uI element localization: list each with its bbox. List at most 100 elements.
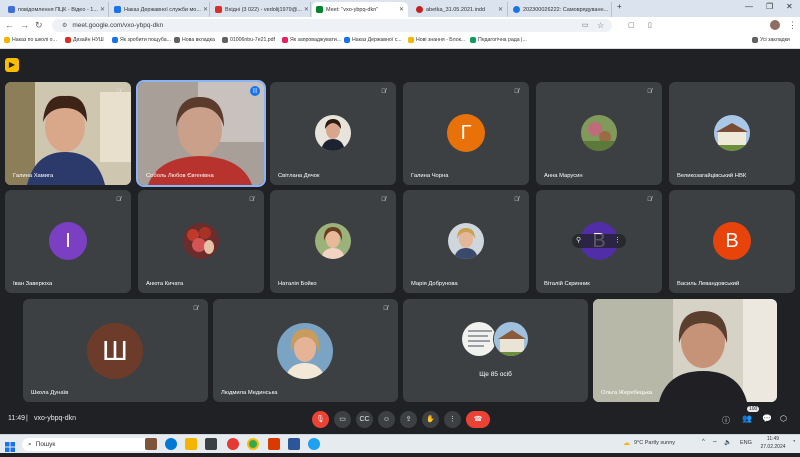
participant-tile[interactable]: 🎙̸ Наталія Бойко [270, 190, 396, 293]
participant-avatar-photo [277, 323, 333, 379]
close-icon[interactable]: ✕ [302, 6, 309, 13]
telegram-icon[interactable] [308, 438, 320, 450]
menu-icon[interactable]: ⋮ [788, 20, 797, 31]
participant-tile[interactable]: Великозагайцівський НВК [669, 82, 795, 185]
new-tab-icon[interactable]: + [617, 2, 622, 11]
meeting-details-icon[interactable]: ⓘ [722, 415, 730, 426]
activities-icon[interactable]: ⬡ [780, 414, 787, 423]
leave-call-button[interactable]: ☎ [466, 411, 490, 428]
meeting-time: 11:49 [8, 415, 25, 422]
participant-tile[interactable]: 🎙̸ Анна Марусин [536, 82, 662, 185]
bookmark-item[interactable]: Наказ по школі о... [4, 37, 57, 43]
weather-icon[interactable]: ☁ [623, 439, 630, 447]
participant-tile[interactable]: 🎙̸ Світлана Дячок [270, 82, 396, 185]
participant-tile[interactable]: Ольга Жеребецька [593, 299, 777, 402]
bookmark-star-icon[interactable]: ☆ [597, 20, 604, 31]
mic-toggle-button[interactable]: 🎙 [312, 411, 329, 428]
bookmark-item[interactable]: Нові знання - Блок... [408, 37, 465, 43]
bookmark-item[interactable]: 01006nbu-7e21.pdf [222, 37, 275, 43]
pin-icon[interactable]: ⚲ [576, 236, 581, 244]
participant-tile[interactable]: В ⚲ ⋮ 🎙̸ Віталій Скринник [536, 190, 662, 293]
bookmark-item[interactable]: Як зробити пощуба... [112, 37, 171, 43]
windows-start-icon[interactable] [5, 439, 15, 452]
close-window-icon[interactable]: ✕ [786, 2, 793, 11]
more-participants-tile[interactable]: Ще 85 осіб [403, 299, 588, 402]
profile-avatar[interactable] [770, 20, 780, 30]
task-view-icon[interactable] [145, 438, 157, 450]
participant-tile[interactable]: Ш 🎙̸ Школа Дунаїв [23, 299, 208, 402]
browser-tab[interactable]: Вхідні (3 022) - vedolij1979@... ✕ [211, 2, 311, 17]
weather-text[interactable]: 9°C Partly sunny [634, 440, 675, 446]
taskbar-search[interactable]: ⌕ Пошук [22, 438, 152, 451]
reload-icon[interactable]: ↻ [35, 20, 43, 31]
close-icon[interactable]: ✕ [397, 6, 404, 13]
site-icon [282, 37, 288, 43]
volume-icon[interactable]: 🔈 [724, 439, 731, 446]
participant-tile[interactable]: 🎙̸ Галина Хамига [5, 82, 131, 185]
mic-muted-icon: 🎙̸ [381, 89, 386, 95]
word-icon[interactable] [288, 438, 300, 450]
browser-toolbar: ← → ↻ ⚙ meet.google.com/vxo-ybpq-dkn ▭ ☆… [0, 17, 800, 34]
close-icon[interactable]: ✕ [98, 6, 105, 13]
tray-chevron-icon[interactable]: ^ [702, 439, 705, 445]
people-icon[interactable]: 👥 [742, 414, 752, 423]
store-icon[interactable] [205, 438, 217, 450]
meet-activities-icon[interactable]: ▶ [5, 58, 19, 72]
participant-tile[interactable]: І 🎙̸ Іван Заверюха [5, 190, 131, 293]
side-panel-icon[interactable]: ▯ [648, 20, 652, 31]
all-bookmarks[interactable]: Усі закладки [752, 37, 790, 43]
browser-tab-active[interactable]: Meet: "vxo-ybpq-dkn" ✕ [312, 2, 408, 17]
file-explorer-icon[interactable] [185, 438, 197, 450]
maximize-icon[interactable]: ❐ [766, 2, 773, 11]
powerpoint-icon[interactable] [268, 438, 280, 450]
present-screen-button[interactable]: ⇪ [400, 411, 417, 428]
participant-avatar-letter: І [49, 222, 87, 260]
raise-hand-button[interactable]: ✋ [422, 411, 439, 428]
bookmark-item[interactable]: Наказ Державної с... [344, 37, 402, 43]
participant-tile[interactable]: Г 🎙̸ Галина Чорна [403, 82, 529, 185]
close-icon[interactable]: ✕ [608, 6, 611, 13]
clock-date[interactable]: 27.02.2024 [756, 444, 790, 450]
more-options-icon[interactable]: ⋮ [614, 236, 621, 244]
bookmark-item[interactable]: Як запроваджувати... [282, 37, 341, 43]
chrome-icon[interactable] [247, 438, 259, 450]
close-icon[interactable]: ✕ [496, 6, 503, 13]
more-options-button[interactable]: ⋮ [444, 411, 461, 428]
emoji-reaction-button[interactable]: ☺ [378, 411, 395, 428]
participant-tile[interactable]: 🎙̸ Марія Добрунова [403, 190, 529, 293]
participant-video [5, 82, 131, 185]
participant-tile[interactable]: 🎙̸ Людмила Мединська [213, 299, 398, 402]
folder-icon [4, 37, 10, 43]
cast-icon[interactable]: ▭ [582, 20, 589, 31]
bookmark-item[interactable]: Педагогічна рада |... [470, 37, 527, 43]
participant-tile[interactable]: 🎙̸ Анюта Кичата [138, 190, 264, 293]
captions-button[interactable]: CC [356, 411, 373, 428]
browser-tab-strip: повідомлення ПЦК - Відео - 1... ✕ Наказ … [0, 0, 800, 17]
camera-toggle-button[interactable]: ▭ [334, 411, 351, 428]
browser-tab[interactable]: 202300026222: Самоврядуванн... ✕ [509, 2, 612, 17]
site-icon [470, 37, 476, 43]
browser-tab[interactable]: Наказ Державної служби мо... ✕ [110, 2, 210, 17]
site-info-icon[interactable]: ⚙ [62, 22, 67, 29]
minimize-icon[interactable]: — [745, 2, 753, 11]
close-icon[interactable]: ✕ [201, 6, 208, 13]
participant-avatar-photo [183, 223, 219, 259]
browser-tab[interactable]: abetka_31.05.2021.indd ✕ [412, 2, 508, 17]
address-bar[interactable]: ⚙ meet.google.com/vxo-ybpq-dkn [52, 19, 612, 32]
search-icon: ⌕ [28, 440, 32, 448]
clock-time[interactable]: 11:49 [760, 436, 786, 442]
bookmark-item[interactable]: Дизайн НУШ [65, 37, 104, 43]
edge-icon[interactable] [165, 438, 177, 450]
forward-icon[interactable]: → [20, 20, 29, 31]
network-icon[interactable]: ⌔ [712, 439, 718, 447]
language-indicator[interactable]: ENG [740, 440, 752, 446]
opera-icon[interactable] [227, 438, 239, 450]
participant-tile[interactable]: ||| Соболь Любов Євгенівна [136, 80, 266, 187]
participant-tile[interactable]: В Василь Левандовський [669, 190, 795, 293]
notifications-icon[interactable]: ◔ [792, 439, 796, 445]
chat-icon[interactable]: 💬 [762, 414, 772, 423]
bookmark-item[interactable]: Нова вкладка [174, 37, 215, 43]
browser-tab[interactable]: повідомлення ПЦК - Відео - 1... ✕ [4, 2, 109, 17]
back-icon[interactable]: ← [5, 20, 14, 31]
extensions-icon[interactable]: ▢ [628, 20, 635, 31]
